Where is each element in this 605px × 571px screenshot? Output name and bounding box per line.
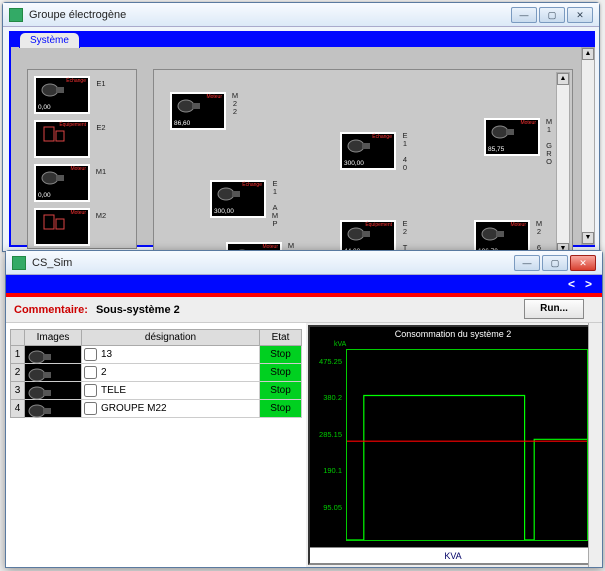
row-etat: Stop	[260, 400, 302, 418]
row-number: 4	[11, 400, 25, 418]
chart-ytick: 95.05	[312, 503, 342, 512]
row-checkbox[interactable]	[84, 402, 97, 415]
chart-ytick: 285.15	[312, 430, 342, 439]
equipment-table: Images désignation Etat 1 13 Stop 2 2 St…	[10, 329, 302, 418]
titlebar[interactable]: CS_Sim — ▢ ✕	[6, 251, 602, 275]
window-title: CS_Sim	[32, 257, 514, 269]
right-equipment-group: ▲ ▼ Moteur86,60 M22 Échange300,00 E1 40 Mo…	[153, 69, 573, 259]
maximize-button[interactable]: ▢	[542, 255, 568, 271]
row-checkbox[interactable]	[84, 348, 97, 361]
row-image	[25, 364, 82, 382]
equipment-slot[interactable]: Équipement	[34, 120, 90, 158]
table-row[interactable]: 4 GROUPE M22 Stop	[11, 400, 302, 418]
row-etat: Stop	[260, 346, 302, 364]
slot-label: M2	[94, 212, 108, 220]
equipment-slot[interactable]: Moteur	[34, 208, 90, 246]
nav-next-icon[interactable]: >	[585, 277, 592, 291]
tab-systeme[interactable]: Système	[19, 32, 80, 48]
row-number: 2	[11, 364, 25, 382]
table-pane: Images désignation Etat 1 13 Stop 2 2 St…	[6, 323, 306, 567]
run-button[interactable]: Run...	[524, 299, 584, 319]
comment-value: Sous-système 2	[96, 304, 180, 316]
row-image	[25, 400, 82, 418]
info-row: Commentaire: Sous-système 2 Run...	[6, 297, 602, 323]
window-groupe-electrogene: Groupe électrogène — ▢ ✕ Système Échange…	[2, 2, 600, 252]
equipment-slot[interactable]: Moteur0,00	[34, 164, 90, 202]
row-image	[25, 346, 82, 364]
table-row[interactable]: 1 13 Stop	[11, 346, 302, 364]
titlebar[interactable]: Groupe électrogène — ▢ ✕	[3, 3, 599, 27]
chart-ytick: 380.2	[312, 393, 342, 402]
minimize-button[interactable]: —	[514, 255, 540, 271]
slot-label: E1 40	[398, 132, 412, 170]
equipment-slot[interactable]: Échange300,00	[340, 132, 396, 170]
col-designation: désignation	[82, 330, 260, 346]
panel-scrollbar[interactable]: ▲ ▼	[581, 47, 595, 245]
row-image	[25, 382, 82, 400]
equipment-slot[interactable]: Échange300,00	[210, 180, 266, 218]
left-equipment-group: Échange0,00 E1 Équipement E2 Moteur0,00 M1…	[27, 69, 137, 249]
minimize-button[interactable]: —	[511, 7, 537, 23]
nav-prev-icon[interactable]: <	[568, 277, 575, 291]
app-icon	[12, 256, 26, 270]
maximize-button[interactable]: ▢	[539, 7, 565, 23]
slot-label: E1 AMP	[268, 180, 282, 218]
slot-label: M1 GRO	[542, 118, 556, 156]
row-etat: Stop	[260, 382, 302, 400]
plot-area	[346, 349, 588, 541]
table-row[interactable]: 3 TELE Stop	[11, 382, 302, 400]
scroll-down-button[interactable]: ▼	[582, 232, 594, 244]
scrollbar-vertical[interactable]: ▲ ▼	[556, 72, 570, 256]
row-checkbox[interactable]	[84, 384, 97, 397]
equipment-slot[interactable]: Moteur85,75	[484, 118, 540, 156]
col-etat: Etat	[260, 330, 302, 346]
slot-label: E2	[94, 124, 108, 132]
comment-label: Commentaire:	[14, 304, 88, 316]
chart-ytick: 190.1	[312, 466, 342, 475]
system-panel: Système Échange0,00 E1 Équipement E2 Moteu…	[9, 31, 595, 247]
equipment-slot[interactable]: Échange0,00	[34, 76, 90, 114]
row-designation[interactable]: TELE	[82, 382, 260, 400]
chart-ytick: 475.25	[312, 357, 342, 366]
row-number: 1	[11, 346, 25, 364]
row-checkbox[interactable]	[84, 366, 97, 379]
col-rownum	[11, 330, 25, 346]
chart-pane: Consommation du système 2 kVA 95.05 190.1…	[306, 323, 602, 567]
chart-ylabel: kVA	[334, 341, 346, 348]
col-images: Images	[25, 330, 82, 346]
row-number: 3	[11, 382, 25, 400]
slot-label: M22	[228, 92, 242, 130]
row-etat: Stop	[260, 364, 302, 382]
window-title: Groupe électrogène	[29, 9, 511, 21]
close-button[interactable]: ✕	[567, 7, 593, 23]
panel-body: Échange0,00 E1 Équipement E2 Moteur0,00 M1…	[11, 47, 593, 245]
slot-label: M1	[94, 168, 108, 176]
close-button[interactable]: ✕	[570, 255, 596, 271]
slot-label: E1	[94, 80, 108, 88]
window-cs-sim: CS_Sim — ▢ ✕ < > Commentaire: Sous-systè…	[5, 250, 603, 568]
row-designation[interactable]: GROUPE M22	[82, 400, 260, 418]
scroll-up-button[interactable]: ▲	[557, 73, 569, 85]
scroll-up-button[interactable]: ▲	[582, 48, 594, 60]
row-designation[interactable]: 2	[82, 364, 260, 382]
table-row[interactable]: 2 2 Stop	[11, 364, 302, 382]
app-icon	[9, 8, 23, 22]
chart-xlabel: KVA	[310, 547, 596, 563]
equipment-slot[interactable]: Moteur86,60	[170, 92, 226, 130]
nav-bar: < >	[6, 275, 602, 293]
chart-title: Consommation du système 2	[310, 327, 596, 339]
row-designation[interactable]: 13	[82, 346, 260, 364]
window-scrollbar[interactable]	[588, 323, 602, 567]
main-content: Images désignation Etat 1 13 Stop 2 2 St…	[6, 323, 602, 567]
chart-box: Consommation du système 2 kVA 95.05 190.1…	[308, 325, 598, 565]
